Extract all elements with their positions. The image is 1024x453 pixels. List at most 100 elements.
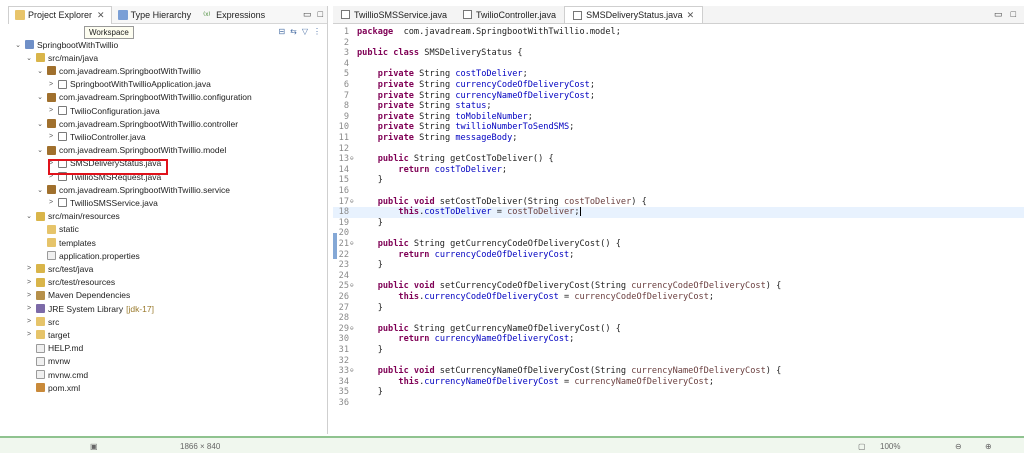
tree-item[interactable]: pom.xml (25, 381, 80, 394)
code-line[interactable]: 21 ⊖ public String getCurrencyCodeOfDeliv… (333, 239, 1024, 250)
fold-toggle-icon[interactable]: ⊖ (350, 366, 356, 377)
code-text-area[interactable]: 1 package com.javadream.SpringbootWithTwi… (333, 25, 1024, 434)
tree-item[interactable]: application.properties (36, 249, 140, 262)
tree-item[interactable]: ⌄ com.javadream.SpringbootWithTwillio.con… (36, 91, 252, 104)
expand-right-icon[interactable]: > (25, 279, 33, 286)
code-line[interactable]: 26 this.currencyCodeOfDeliveryCost = cur… (333, 292, 1024, 303)
tab-expressions[interactable]: ⁽ˣ⁾ Expressions (197, 6, 271, 24)
code-line[interactable]: 18 this.costToDeliver = costToDeliver; (333, 207, 1024, 218)
expand-right-icon[interactable]: > (47, 81, 55, 88)
tree-item[interactable]: ⌄ src/main/resources (25, 210, 120, 223)
tree-item[interactable]: > JRE System Library [jdk-17] (25, 302, 154, 315)
code-line[interactable]: 32 (333, 356, 1024, 367)
tree-item[interactable]: ⌄ SpringbootWithTwillio (14, 38, 118, 51)
tree-item[interactable]: ⌄ com.javadream.SpringbootWithTwillio.ser… (36, 183, 230, 196)
code-line[interactable]: 27 } (333, 303, 1024, 314)
code-line[interactable]: 4 (333, 59, 1024, 70)
tree-item[interactable]: templates (36, 236, 96, 249)
expand-right-icon[interactable]: > (25, 305, 33, 312)
code-line[interactable]: 7 private String currencyNameOfDeliveryC… (333, 91, 1024, 102)
code-line[interactable]: 25 ⊖ public void setCurrencyCodeOfDeliver… (333, 281, 1024, 292)
code-line[interactable]: 3 public class SMSDeliveryStatus { (333, 48, 1024, 59)
tab-twilliosmsservice[interactable]: TwillioSMSService.java (333, 6, 455, 23)
filter-icon[interactable]: ▽ (302, 27, 308, 36)
tab-smsdeliverystatus[interactable]: SMSDeliveryStatus.java ✕ (564, 6, 704, 23)
code-line[interactable]: 33 ⊖ public void setCurrencyNameOfDeliver… (333, 366, 1024, 377)
code-line[interactable]: 31 } (333, 345, 1024, 356)
code-line[interactable]: 23 } (333, 260, 1024, 271)
expand-down-icon[interactable]: ⌄ (36, 67, 44, 75)
collapse-all-icon[interactable]: ⊟ (278, 27, 285, 36)
tree-item[interactable]: mvnw (25, 355, 70, 368)
tab-type-hierarchy[interactable]: Type Hierarchy (112, 6, 198, 24)
code-line[interactable]: 2 (333, 38, 1024, 49)
expand-down-icon[interactable]: ⌄ (36, 186, 44, 194)
tree-item[interactable]: > Maven Dependencies (25, 289, 130, 302)
expand-right-icon[interactable]: > (47, 107, 55, 114)
code-line[interactable]: 24 (333, 271, 1024, 282)
code-line[interactable]: 11 private String messageBody; (333, 133, 1024, 144)
zoom-out-icon[interactable]: ⊖ (955, 442, 962, 451)
code-line[interactable]: 17 ⊖ public void setCostToDeliver(String … (333, 197, 1024, 208)
expand-down-icon[interactable]: ⌄ (36, 146, 44, 154)
code-line[interactable]: 36 (333, 398, 1024, 409)
code-line[interactable]: 15 } (333, 175, 1024, 186)
code-line[interactable]: 14 return costToDeliver; (333, 165, 1024, 176)
code-line[interactable]: 9 private String toMobileNumber; (333, 112, 1024, 123)
close-icon[interactable]: ✕ (97, 10, 105, 21)
expand-right-icon[interactable]: > (47, 199, 55, 206)
minimize-icon[interactable]: ▭ (994, 9, 1003, 20)
tree-item[interactable]: > TwillioSMSService.java (47, 196, 158, 209)
expand-right-icon[interactable]: > (25, 318, 33, 325)
code-line[interactable]: 22 return currencyCodeOfDeliveryCost; (333, 250, 1024, 261)
code-line[interactable]: 16 (333, 186, 1024, 197)
tree-item[interactable]: HELP.md (25, 342, 83, 355)
tree-item[interactable]: > SpringbootWithTwillioApplication.java (47, 78, 211, 91)
tree-item[interactable]: > src/test/resources (25, 276, 115, 289)
expand-down-icon[interactable]: ⌄ (14, 41, 22, 49)
code-line[interactable]: 5 private String costToDeliver; (333, 69, 1024, 80)
expand-right-icon[interactable]: > (25, 265, 33, 272)
code-line[interactable]: 6 private String currencyCodeOfDeliveryC… (333, 80, 1024, 91)
code-line[interactable]: 1 package com.javadream.SpringbootWithTwi… (333, 27, 1024, 38)
code-line[interactable]: 29 ⊖ public String getCurrencyNameOfDeliv… (333, 324, 1024, 335)
tree-item[interactable]: ⌄ com.javadream.SpringbootWithTwillio.con… (36, 117, 238, 130)
tree-item[interactable]: ⌄ com.javadream.SpringbootWithTwillio (36, 64, 201, 77)
expand-right-icon[interactable]: > (25, 292, 33, 299)
tab-project-explorer[interactable]: Project Explorer ✕ (8, 5, 112, 24)
expand-right-icon[interactable]: > (47, 133, 55, 140)
code-line[interactable]: 10 private String twillioNumberToSendSMS… (333, 122, 1024, 133)
close-icon[interactable]: ✕ (687, 10, 695, 21)
code-line[interactable]: 35 } (333, 387, 1024, 398)
code-line[interactable]: 12 (333, 144, 1024, 155)
code-line[interactable]: 28 (333, 313, 1024, 324)
fold-toggle-icon[interactable]: ⊖ (350, 281, 356, 292)
view-menu-icon[interactable]: ⋮ (313, 27, 321, 36)
fold-toggle-icon[interactable]: ⊖ (350, 324, 356, 335)
expand-down-icon[interactable]: ⌄ (36, 120, 44, 128)
fold-toggle-icon[interactable]: ⊖ (350, 197, 356, 208)
code-line[interactable]: 8 private String status; (333, 101, 1024, 112)
tree-item[interactable]: > TwilioController.java (47, 130, 146, 143)
tree-item[interactable]: > src/test/java (25, 262, 93, 275)
code-line[interactable]: 20 (333, 228, 1024, 239)
tree-item[interactable]: > src (25, 315, 59, 328)
expand-down-icon[interactable]: ⌄ (25, 212, 33, 220)
expand-down-icon[interactable]: ⌄ (25, 54, 33, 62)
expand-right-icon[interactable]: > (25, 331, 33, 338)
minimize-icon[interactable]: ▭ (303, 9, 312, 20)
maximize-icon[interactable]: □ (318, 9, 323, 20)
code-line[interactable]: 13 ⊖ public String getCostToDeliver() { (333, 154, 1024, 165)
fold-toggle-icon[interactable]: ⊖ (350, 239, 356, 250)
tree-item[interactable]: > target (25, 328, 70, 341)
tree-item[interactable]: > TwilioConfiguration.java (47, 104, 160, 117)
link-editor-icon[interactable]: ⇆ (290, 27, 297, 36)
expand-down-icon[interactable]: ⌄ (36, 93, 44, 101)
tree-item[interactable]: static (36, 223, 79, 236)
zoom-in-icon[interactable]: ⊕ (985, 442, 992, 451)
tree-item[interactable]: mvnw.cmd (25, 368, 88, 381)
code-line[interactable]: 19 } (333, 218, 1024, 229)
zoom-fit-icon[interactable]: ▢ (858, 442, 866, 451)
tree-item[interactable]: ⌄ src/main/java (25, 51, 98, 64)
code-line[interactable]: 30 return currencyNameOfDeliveryCost; (333, 334, 1024, 345)
